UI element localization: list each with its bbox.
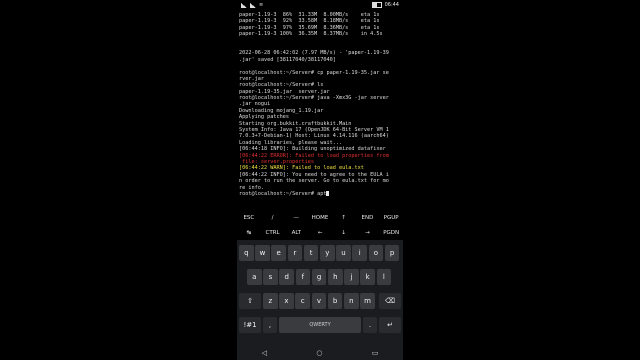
key-i[interactable]: i	[352, 245, 367, 261]
enter-key[interactable]: ↵	[379, 317, 401, 333]
extra-key[interactable]: ALT	[284, 230, 308, 236]
key-f[interactable]: f	[295, 269, 311, 285]
key-c[interactable]: c	[295, 293, 310, 309]
key-t[interactable]: t	[303, 245, 319, 261]
key-p[interactable]: p	[384, 245, 400, 261]
key-x[interactable]: x	[279, 293, 294, 309]
soft-keyboard: q w e r t y u i o p a s d f g h j k l ⇧ z x c v b n m ⌫ !#1, QWERTY. ↵	[237, 240, 403, 360]
status-icons: ≋	[241, 2, 263, 8]
prompt-text: root@localhost:~/Server# apt	[239, 190, 327, 197]
extra-key[interactable]: ↑	[332, 215, 356, 221]
wifi-icon: ≋	[259, 2, 264, 8]
key-d[interactable]: d	[279, 269, 294, 285]
extra-key[interactable]: END	[356, 215, 380, 221]
key-y[interactable]: y	[320, 245, 335, 261]
terminal-line: [06:44:18 INFO]: Building unoptimized da…	[239, 146, 386, 153]
key-s[interactable]: s	[263, 269, 278, 285]
extra-key[interactable]: ←	[308, 230, 332, 236]
home-icon[interactable]: ○	[316, 349, 322, 357]
extra-key[interactable]: —	[284, 215, 308, 221]
terminal-line: root@localhost:~/Server# cp paper-1.19-3…	[239, 69, 389, 76]
status-time: 06:44	[384, 2, 399, 8]
period-key[interactable]: .	[363, 317, 377, 333]
shift-key[interactable]: ⇧	[239, 293, 261, 309]
status-right: 06:44	[371, 2, 399, 8]
recents-icon[interactable]: ▭	[372, 349, 379, 357]
extra-keys-row-2: ↹ CTRL ALT ← ↓ → PGDN	[237, 225, 403, 240]
signal-icon	[241, 2, 247, 8]
key-k[interactable]: k	[360, 269, 375, 285]
key-r[interactable]: r	[287, 245, 303, 261]
key-e[interactable]: e	[271, 245, 286, 261]
extra-key[interactable]: PGUP	[379, 215, 403, 221]
key-v[interactable]: v	[311, 293, 327, 309]
extra-key[interactable]: CTRL	[261, 230, 285, 236]
terminal-line: paper-1.19-3 92% 33.58M 8.18MB/s eta 1s	[239, 18, 380, 25]
extra-key[interactable]: →	[356, 230, 380, 236]
key-m[interactable]: m	[360, 293, 375, 309]
extra-key[interactable]: ↓	[332, 230, 356, 236]
terminal-line: n order to run the server. Go to eula.tx…	[239, 178, 389, 185]
navigation-bar: ◁ ○ ▭	[237, 346, 403, 360]
extra-key[interactable]: ESC	[237, 215, 261, 221]
key-b[interactable]: b	[327, 293, 343, 309]
key-w[interactable]: w	[255, 245, 270, 261]
terminal-prompt[interactable]: root@localhost:~/Server# apt	[239, 190, 401, 197]
backspace-key[interactable]: ⌫	[379, 293, 401, 309]
status-bar: ≋ 06:44	[237, 0, 403, 9]
key-u[interactable]: u	[336, 245, 351, 261]
extra-keys-row-1: ESC / — HOME ↑ END PGUP	[237, 210, 403, 225]
terminal-line: 2022-06-28 06:42:02 (7.97 MB/s) - 'paper…	[239, 50, 389, 57]
battery-icon	[371, 2, 382, 8]
extra-keys-bar: ESC / — HOME ↑ END PGUP ↹ CTRL ALT ← ↓ → PGDN	[237, 210, 403, 240]
terminal-line: 7.0.3+7-Debian-1) Host: Linux 4.14.116 (…	[239, 133, 389, 140]
comma-key[interactable]: ,	[263, 317, 277, 333]
extra-key[interactable]: HOME	[308, 215, 332, 221]
key-a[interactable]: a	[247, 269, 262, 285]
extra-key[interactable]: PGDN	[379, 230, 403, 236]
extra-key[interactable]: /	[261, 215, 285, 221]
phone-screen: ≋ 06:44 paper-1.19-3 86% 31.33M 8.00MB/s…	[237, 0, 403, 360]
extra-key[interactable]: ↹	[237, 230, 261, 236]
space-key[interactable]: QWERTY	[279, 317, 361, 333]
key-n[interactable]: n	[344, 293, 359, 309]
terminal-output[interactable]: paper-1.19-3 86% 31.33M 8.00MB/s eta 1s p…	[239, 12, 401, 208]
key-o[interactable]: o	[368, 245, 384, 261]
key-j[interactable]: j	[344, 269, 359, 285]
terminal-line: paper-1.19-3 100% 36.35M 8.37MB/s in 4.5…	[239, 31, 383, 38]
key-z[interactable]: z	[263, 293, 278, 309]
key-q[interactable]: q	[239, 245, 254, 261]
symbols-key[interactable]: !#1	[239, 317, 261, 333]
back-icon[interactable]: ◁	[262, 349, 267, 357]
signal-icon-2	[250, 2, 256, 8]
key-l[interactable]: l	[376, 269, 392, 285]
key-g[interactable]: g	[311, 269, 327, 285]
key-h[interactable]: h	[328, 269, 343, 285]
text-cursor	[326, 190, 330, 196]
